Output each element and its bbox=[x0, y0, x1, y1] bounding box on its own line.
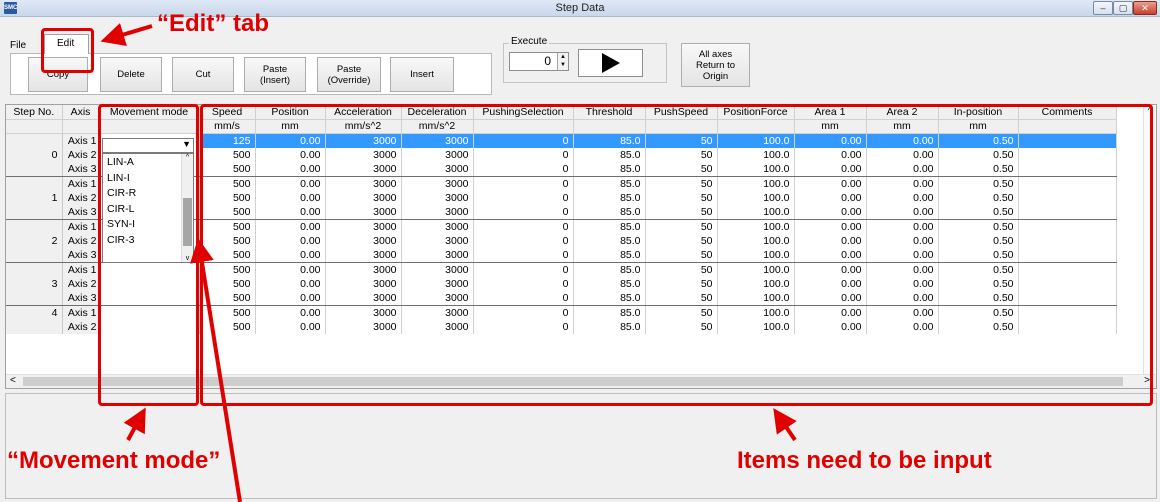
cut-button[interactable]: Cut bbox=[172, 57, 234, 92]
paste-override-line2: (Override) bbox=[327, 74, 371, 86]
axis-cell: Axis 2 bbox=[62, 233, 100, 248]
movement-mode-highlight bbox=[98, 104, 199, 406]
message-panel bbox=[5, 393, 1157, 499]
input-items-highlight bbox=[200, 104, 1153, 406]
paste-insert-line1: Paste bbox=[262, 63, 288, 75]
unit-header bbox=[62, 119, 100, 135]
axis-cell: Axis 2 bbox=[62, 319, 100, 334]
step-data-window: SMC Step Data – ▢ ✕ File Edit Copy Delet… bbox=[0, 0, 1160, 502]
step-number-cell bbox=[6, 290, 63, 306]
step-number-cell: 4 bbox=[6, 305, 63, 320]
step-number-cell bbox=[6, 133, 63, 148]
step-number-cell bbox=[6, 205, 63, 220]
step-number-cell bbox=[6, 219, 63, 234]
spin-arrows-icon[interactable]: ▲ ▼ bbox=[557, 53, 568, 70]
execute-play-button[interactable] bbox=[578, 49, 643, 77]
paste-override-button[interactable]: Paste (Override) bbox=[317, 57, 381, 92]
step-number-cell bbox=[6, 262, 63, 277]
column-header[interactable]: Step No. bbox=[6, 105, 63, 120]
step-number-cell bbox=[6, 162, 63, 177]
movement-mode-annotation: “Movement mode” bbox=[7, 447, 221, 474]
delete-button-label: Delete bbox=[117, 69, 145, 80]
close-button[interactable]: ✕ bbox=[1133, 1, 1157, 15]
scroll-left-icon[interactable]: < bbox=[10, 375, 16, 386]
minimize-button[interactable]: – bbox=[1093, 1, 1113, 15]
step-number-cell: 3 bbox=[6, 276, 63, 291]
paste-override-label: Paste (Override) bbox=[328, 64, 371, 86]
cut-button-label: Cut bbox=[195, 69, 211, 80]
insert-button-label: Insert bbox=[410, 69, 434, 80]
return-origin-line1: All axes bbox=[698, 48, 733, 60]
paste-insert-line2: (Insert) bbox=[259, 74, 291, 86]
paste-override-line1: Paste bbox=[336, 63, 362, 75]
paste-insert-label: Paste (Insert) bbox=[260, 64, 290, 86]
axis-cell: Axis 2 bbox=[62, 190, 100, 206]
paste-insert-button[interactable]: Paste (Insert) bbox=[244, 57, 306, 92]
axis-cell: Axis 3 bbox=[62, 290, 100, 306]
axis-cell: Axis 1 bbox=[62, 133, 100, 148]
step-number-cell: 0 bbox=[6, 147, 63, 163]
play-icon bbox=[601, 53, 620, 73]
axis-cell: Axis 3 bbox=[62, 162, 100, 177]
return-origin-label: All axes Return to Origin bbox=[696, 49, 735, 82]
step-number-cell: 1 bbox=[6, 190, 63, 206]
items-input-annotation: Items need to be input bbox=[737, 447, 992, 474]
tab-file[interactable]: File bbox=[10, 40, 26, 51]
step-number-cell bbox=[6, 247, 63, 263]
axis-cell: Axis 3 bbox=[62, 247, 100, 263]
axis-cell: Axis 2 bbox=[62, 276, 100, 291]
edit-tab-annotation: “Edit” tab bbox=[157, 10, 269, 37]
axis-cell: Axis 1 bbox=[62, 305, 100, 320]
maximize-button[interactable]: ▢ bbox=[1113, 1, 1133, 15]
insert-button[interactable]: Insert bbox=[390, 57, 454, 92]
edit-tab-highlight bbox=[41, 28, 94, 73]
return-to-origin-button[interactable]: All axes Return to Origin bbox=[681, 43, 750, 87]
column-header[interactable]: Axis bbox=[62, 105, 100, 120]
delete-button[interactable]: Delete bbox=[100, 57, 162, 92]
step-number-cell: 2 bbox=[6, 233, 63, 248]
axis-cell: Axis 1 bbox=[62, 176, 100, 191]
unit-header bbox=[6, 119, 63, 135]
axis-cell: Axis 2 bbox=[62, 147, 100, 163]
axis-cell: Axis 3 bbox=[62, 205, 100, 220]
return-origin-line2: Return to bbox=[695, 59, 736, 71]
step-number-cell bbox=[6, 176, 63, 191]
step-number-cell bbox=[6, 319, 63, 334]
axis-cell: Axis 1 bbox=[62, 262, 100, 277]
return-origin-line3: Origin bbox=[702, 70, 729, 82]
execute-label: Execute bbox=[509, 36, 550, 47]
edit-tab-arrow bbox=[100, 23, 153, 47]
axis-cell: Axis 1 bbox=[62, 219, 100, 234]
